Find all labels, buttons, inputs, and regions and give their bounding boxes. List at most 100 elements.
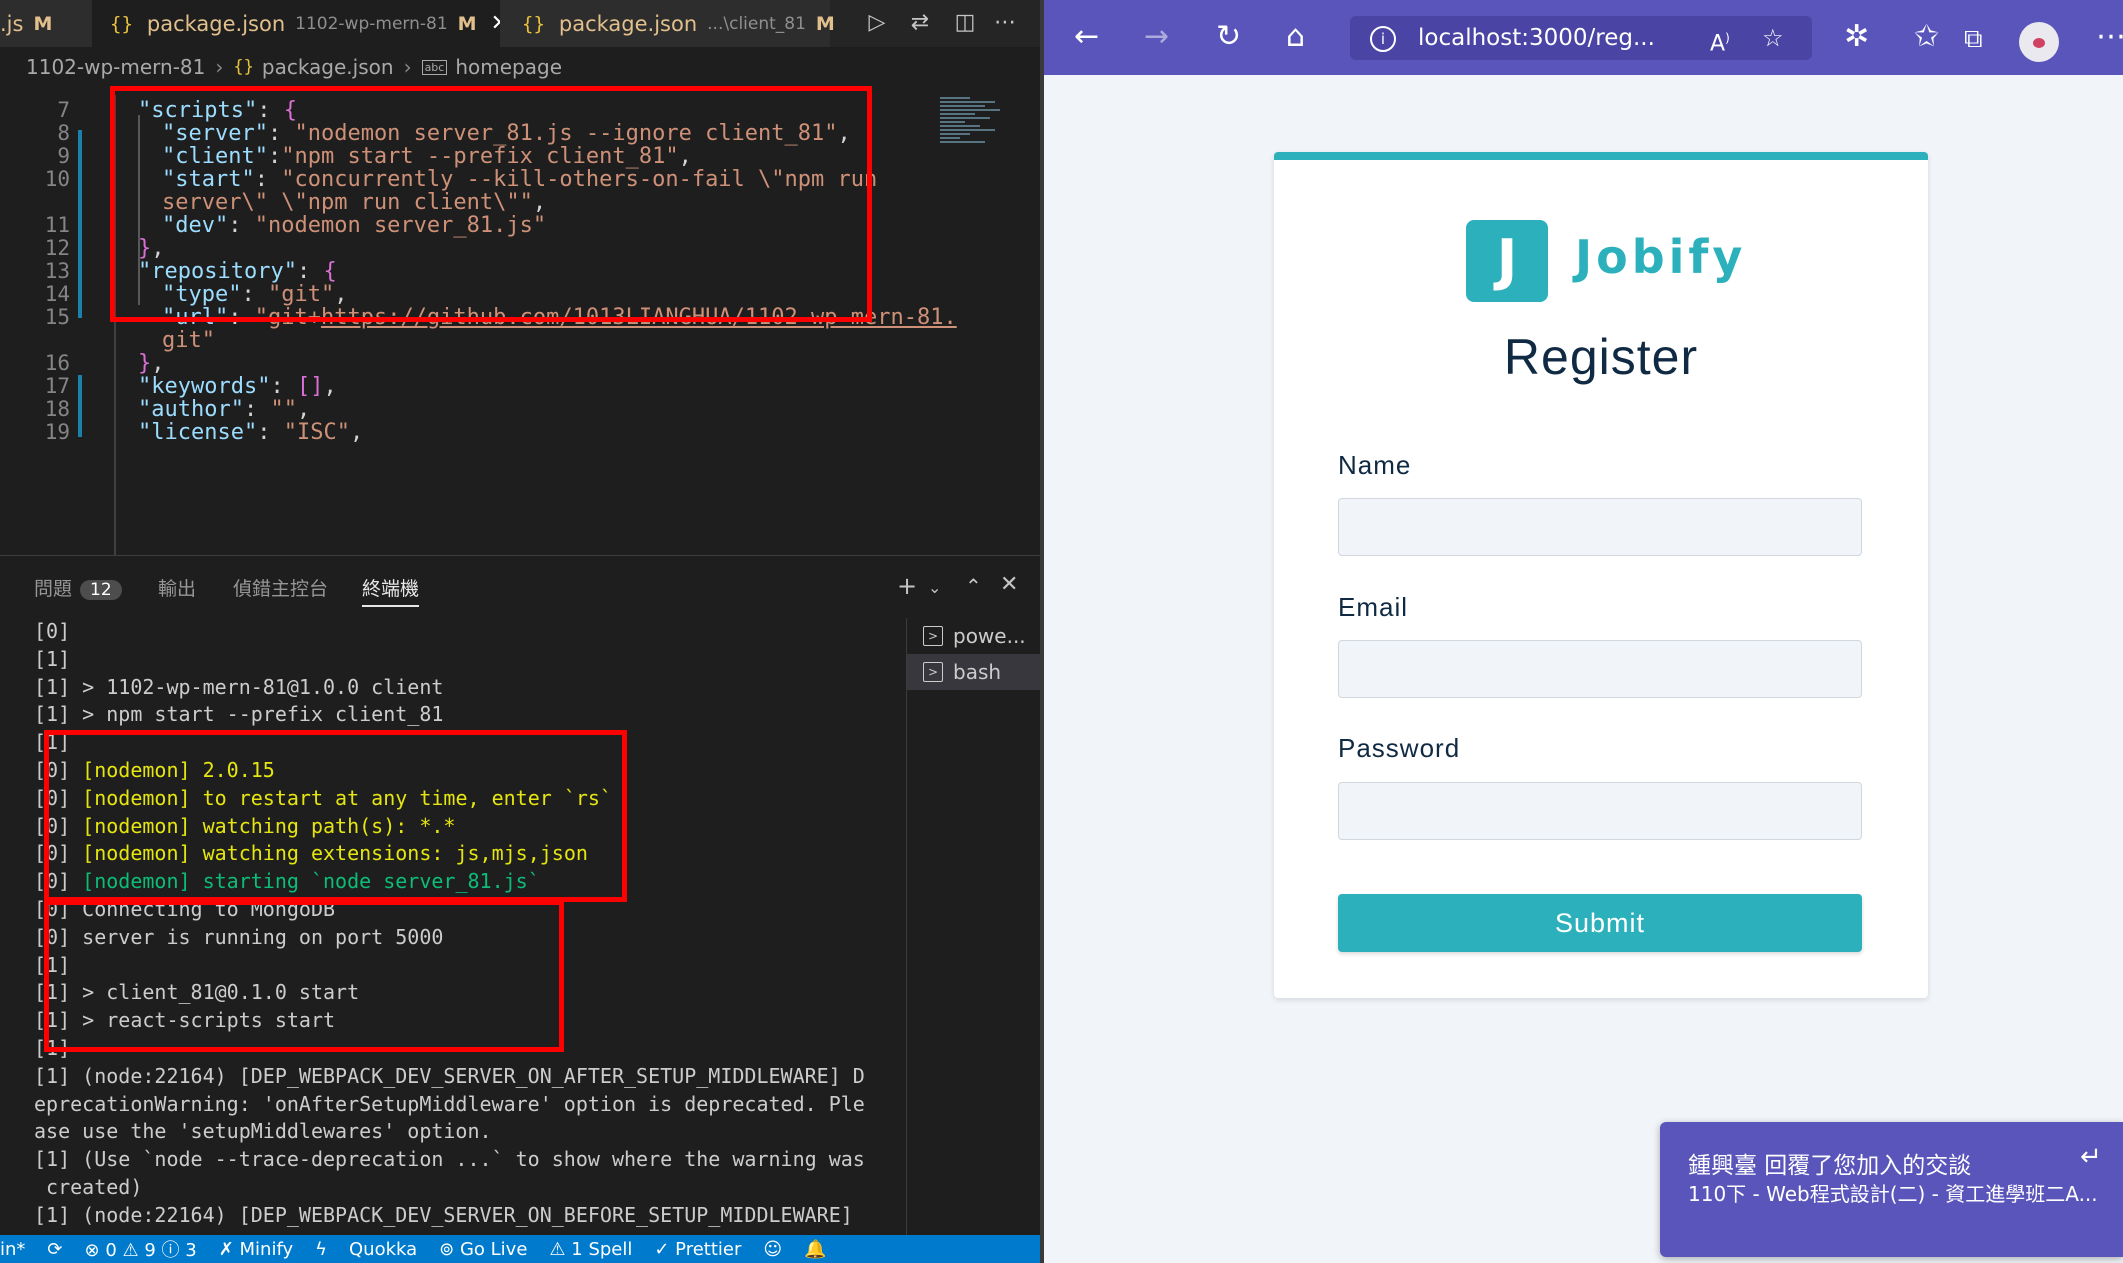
terminal-line: [1] > 1102-wp-mern-81@1.0.0 client [34, 674, 444, 699]
teams-notification[interactable]: 鍾興臺 回覆了您加入的交談 110下 - Web程式設計(二) - 資工進學班二… [1660, 1122, 2123, 1257]
tab-label: 輸出 [158, 578, 197, 600]
terminal-line: [0] [nodemon] watching extensions: js,mj… [34, 841, 588, 866]
tab-debug-console[interactable]: 偵錯主控台 [233, 574, 328, 601]
terminal-line: [1] > npm start --prefix client_81 [34, 702, 444, 727]
address-bar[interactable]: i localhost:3000/reg... A) ☆ [1350, 16, 1812, 60]
tab-problems[interactable]: 問題 12 [34, 574, 122, 601]
compare-changes-icon[interactable]: ⇄ [905, 8, 935, 38]
modified-indicator: M [33, 12, 53, 35]
tab-client-package-json[interactable]: {} package.json ...\client_81 M [500, 0, 835, 47]
terminal-item-powershell[interactable]: > powe... [907, 618, 1040, 654]
name-label: Name [1338, 450, 1412, 480]
tab-package-json-active[interactable]: {} package.json 1102-wp-mern-81 M ✕ [92, 0, 509, 47]
terminal-list: > powe... > bash [906, 618, 1040, 1236]
terminal-line: [0] [nodemon] to restart at any time, en… [34, 785, 612, 810]
forward-icon[interactable]: → [1144, 22, 1169, 52]
terminal-item-label: bash [953, 660, 1002, 684]
url-text: localhost:3000/reg... [1418, 25, 1655, 51]
home-icon[interactable]: ⌂ [1286, 22, 1305, 52]
submit-button[interactable]: Submit [1338, 894, 1862, 952]
terminal-line: [1] > react-scripts start [34, 1008, 336, 1033]
tab-label: package.json [558, 11, 698, 36]
line-number: 19 [44, 420, 70, 444]
code-editor[interactable]: 7 "scripts": {8 "server": "nodemon server_… [0, 95, 1040, 555]
terminal-output[interactable]: [0] [1] [1] > 1102-wp-mern-81@1.0.0 client… [34, 618, 894, 1236]
logo-text: Jobify [1575, 230, 1747, 284]
tab-path: 1102-wp-mern-81 [295, 13, 448, 34]
collections-icon[interactable]: ⧉ [1964, 24, 1983, 54]
status-bar: in* ⟳ ⊗ 0 ⚠ 9 ⓘ 3 ✗ Minify ϟ Quokka ⊚ Go… [0, 1235, 1040, 1263]
code-line[interactable]: 19 "license": "ISC", [0, 417, 1020, 448]
new-terminal-icon[interactable]: + [897, 572, 917, 600]
refresh-icon[interactable]: ↻ [1216, 22, 1241, 52]
close-icon[interactable]: ✕ [1000, 572, 1018, 597]
extensions-icon[interactable]: ✲ [1844, 22, 1869, 52]
terminal-line: [1] [34, 1035, 71, 1060]
name-input[interactable] [1338, 498, 1862, 556]
read-aloud-icon[interactable]: A) [1710, 16, 1730, 66]
notification-body: 110下 - Web程式設計(二) - 資工進學班二A... [1688, 1182, 2098, 1206]
terminal-line: [0] [nodemon] watching path(s): *.* [34, 813, 456, 838]
register-card: J Jobify Register Name Email Password Su… [1274, 152, 1928, 998]
terminal-line: [0] [nodemon] 2.0.15 [34, 757, 275, 782]
modified-indicator: M [457, 12, 477, 35]
feedback-icon[interactable]: ☺ [763, 1239, 782, 1260]
notifications-bell-icon[interactable]: 🔔 [804, 1239, 826, 1260]
browser-toolbar: ← → ↻ ⌂ i localhost:3000/reg... A) ☆ ✲ ✩… [1044, 0, 2123, 75]
bottom-panel: 問題 12 輸出 偵錯主控台 終端機 + ⌄ ⌃ ✕ [0] [1] [1] > 11… [0, 555, 1040, 1236]
sync-icon[interactable]: ⟳ [47, 1239, 62, 1260]
back-icon[interactable]: ← [1074, 22, 1099, 52]
breadcrumb-symbol[interactable]: homepage [455, 55, 562, 79]
terminal-item-bash[interactable]: > bash [907, 654, 1040, 690]
tab-label: 問題 [34, 578, 73, 600]
terminal-icon: > [923, 662, 943, 682]
status-go-live[interactable]: ⊚ Go Live [439, 1239, 527, 1260]
vscode-window: .js M {} package.json 1102-wp-mern-81 M … [0, 0, 1040, 1263]
favorites-icon[interactable]: ✩ [1914, 22, 1939, 52]
terminal-line: [1] (node:22164) [DEP_WEBPACK_DEV_SERVER… [34, 1202, 853, 1227]
status-spell[interactable]: ⚠ 1 Spell [549, 1239, 632, 1260]
terminal-line: [1] [34, 646, 71, 671]
maximize-panel-icon[interactable]: ⌃ [965, 574, 982, 598]
problems-count-badge: 12 [80, 580, 122, 600]
chevron-right-icon: › [403, 55, 412, 79]
password-input[interactable] [1338, 782, 1862, 840]
terminal-line: [1] (Use `node --trace-deprecation ...` … [34, 1147, 865, 1172]
logo-icon: J [1466, 220, 1548, 302]
email-input[interactable] [1338, 640, 1862, 698]
terminal-line: [0] [nodemon] starting `node server_81.j… [34, 869, 540, 894]
site-info-icon[interactable]: i [1370, 26, 1396, 52]
terminal-line: [0] Connecting to MongoDB [34, 896, 336, 921]
more-actions-icon[interactable]: ⋯ [990, 8, 1020, 38]
run-icon[interactable]: ▷ [862, 8, 892, 38]
breadcrumb-file[interactable]: package.json [262, 55, 394, 79]
terminal-line: [0] [34, 619, 71, 643]
status-quokka[interactable]: Quokka [349, 1239, 417, 1260]
minimap[interactable] [940, 95, 1020, 185]
tab-js-file[interactable]: .js M [0, 0, 92, 47]
tab-label: 偵錯主控台 [233, 578, 329, 600]
json-file-icon: {} [110, 12, 133, 35]
breadcrumb: 1102-wp-mern-81 › {} package.json › abc … [0, 47, 1040, 87]
panel-tab-bar: 問題 12 輸出 偵錯主控台 終端機 + ⌄ ⌃ ✕ [0, 556, 1040, 618]
chevron-down-icon[interactable]: ⌄ [928, 578, 941, 597]
status-branch[interactable]: in* [0, 1239, 25, 1260]
more-actions-icon[interactable]: ⋯ [2096, 22, 2123, 52]
status-minify[interactable]: ✗ Minify [219, 1239, 293, 1260]
status-prettier[interactable]: ✓ Prettier [654, 1239, 741, 1260]
reply-icon[interactable]: ↵ [2080, 1142, 2102, 1172]
breadcrumb-folder[interactable]: 1102-wp-mern-81 [26, 55, 205, 79]
avatar[interactable] [2019, 22, 2059, 62]
code-text: "license": "ISC", [138, 420, 364, 445]
terminal-item-label: powe... [953, 624, 1026, 648]
terminal-line: eprecationWarning: 'onAfterSetupMiddlewa… [34, 1091, 865, 1116]
terminal-icon: > [923, 626, 943, 646]
tab-terminal[interactable]: 終端機 [362, 574, 420, 607]
lightning-icon[interactable]: ϟ [315, 1239, 327, 1260]
tab-output[interactable]: 輸出 [158, 574, 196, 601]
password-label: Password [1338, 733, 1461, 763]
split-editor-icon[interactable]: ◫ [950, 8, 980, 38]
add-favorite-icon[interactable]: ☆ [1762, 16, 1784, 60]
status-problems[interactable]: ⊗ 0 ⚠ 9 ⓘ 3 [85, 1236, 197, 1262]
terminal-line: created) [34, 1174, 143, 1199]
